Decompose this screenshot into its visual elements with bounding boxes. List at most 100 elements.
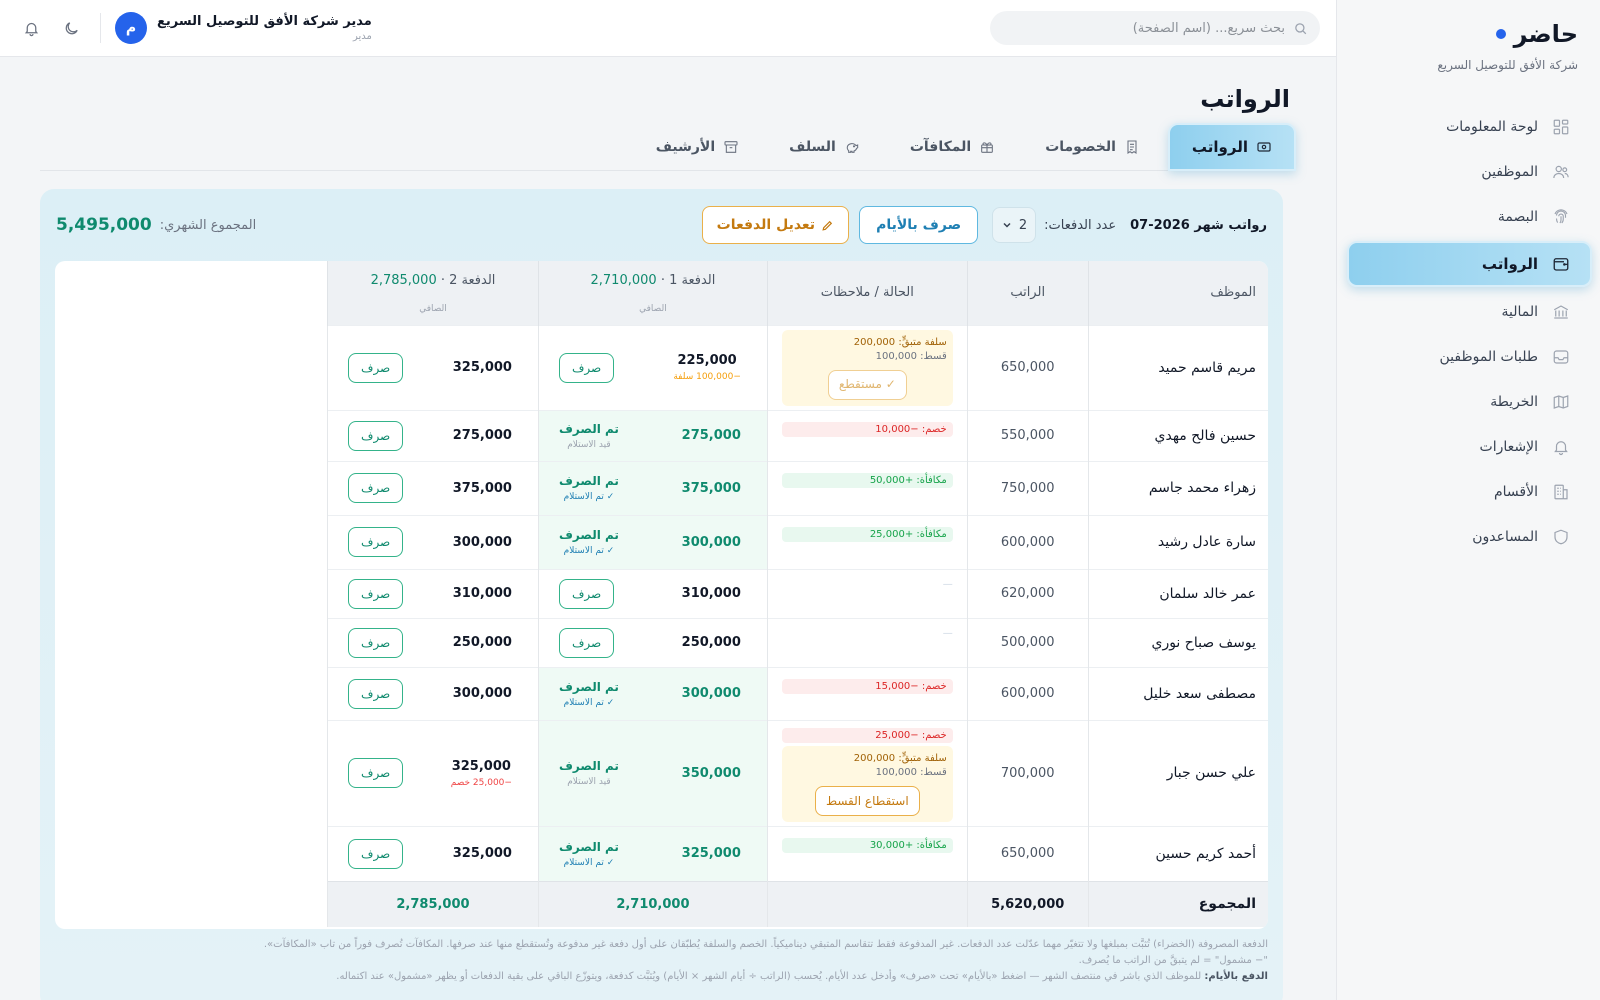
col-payment-2: الدفعة 2 · 2,785,000 الصافي (327, 261, 539, 325)
tab-label: الرواتب (1191, 138, 1248, 156)
employee-name[interactable]: مريم قاسم حميد (1087, 324, 1268, 410)
payment-2-cell: 325,000 صرف (327, 324, 539, 410)
tab-archive[interactable]: الأرشيف (634, 123, 761, 171)
deduction-chip: خصم: −15,000 (781, 678, 953, 694)
dashboard-icon (1552, 118, 1570, 136)
employee-name[interactable]: زهراء محمد جاسم (1087, 460, 1268, 515)
pay-button[interactable]: صرف (348, 838, 404, 869)
employee-name[interactable]: مصطفى سعد خليل (1087, 666, 1268, 720)
payment-amount: 300,000 (452, 534, 512, 550)
sidebar-item-map[interactable]: الخريطة (1337, 379, 1600, 424)
payment-2-label: الدفعة 2 · (440, 273, 496, 288)
tab-payroll[interactable]: الرواتب (1167, 123, 1296, 171)
sidebar-item-assistants[interactable]: المساعدون (1337, 514, 1600, 559)
tab-deductions[interactable]: الخصومات (1023, 123, 1162, 171)
pay-by-days-button[interactable]: صرف بالأيام (859, 206, 979, 244)
employee-name[interactable]: حسين فالح مهدي (1087, 409, 1268, 461)
pay-button[interactable]: صرف (348, 758, 404, 788)
footer-notes: الدفعة المصروفة (الخضراء) تُثبَّت بمبلغه… (55, 937, 1268, 985)
monthly-total: المجموع الشهري: 5,495,000 (56, 215, 256, 235)
total-payment-1: 2,710,000 (537, 880, 768, 927)
theme-toggle-button[interactable] (56, 13, 86, 43)
employee-name[interactable]: أحمد كريم حسين (1087, 825, 1268, 881)
user-area: مدير شركة الأفق للتوصيل السريع مدير م (16, 12, 372, 44)
payment-amount: 325,000 (681, 846, 741, 861)
notifications-button[interactable] (16, 13, 46, 43)
edit-payments-button[interactable]: تعديل الدفعات (701, 206, 850, 244)
payment-amount: 375,000 (452, 480, 512, 496)
sidebar-item-employees[interactable]: الموظفين (1337, 149, 1600, 194)
payment-1-cell: 275,000 تم الصرف قيد الاستلام (537, 409, 768, 461)
sidebar-item-dashboard[interactable]: لوحة المعلومات (1337, 104, 1600, 149)
paid-status: تم الصرف (558, 679, 619, 694)
sidebar: حاضر شركة الأفق للتوصيل السريع لوحة المع… (1336, 0, 1600, 1000)
employee-name[interactable]: سارة عادل رشيد (1087, 514, 1268, 569)
pay-button[interactable]: صرف (558, 627, 615, 658)
sidebar-item-payroll[interactable]: الرواتب (1347, 241, 1592, 287)
pay-button[interactable]: صرف (348, 678, 404, 709)
payment-2-cell: 300,000 صرف (327, 514, 539, 569)
status-notes: خصم: −10,000 (766, 409, 968, 461)
payment-amount: 275,000 (452, 428, 512, 443)
panel-title: رواتب شهر 2026-07 (1130, 217, 1267, 233)
payment-1-cell: 250,000 صرف (537, 617, 768, 667)
pay-button[interactable]: صرف (558, 578, 615, 609)
topbar-divider (100, 13, 101, 43)
payment-amount: 250,000 (452, 635, 512, 650)
search-box[interactable] (990, 11, 1320, 45)
gift-icon (979, 139, 995, 155)
payment-amount: 300,000 (452, 686, 512, 701)
search-input[interactable] (1015, 20, 1285, 36)
pay-button[interactable]: صرف (348, 578, 404, 609)
avatar[interactable]: م (115, 12, 147, 44)
advance-box: سلفة متبقٍّ: 200,000 قسط: 100,000 استقطا… (781, 745, 953, 822)
salary-value: 650,000 (966, 324, 1089, 410)
pay-button[interactable]: صرف (348, 627, 404, 658)
table-row: عمر خالد سلمان 620,000 — 310,000 صرف 310… (327, 568, 1268, 618)
sidebar-item-departments[interactable]: الأقسام (1337, 469, 1600, 514)
sidebar-item-label: الموظفين (1481, 163, 1538, 180)
receipt-status: قيد الاستلام (567, 777, 611, 787)
salary-value: 550,000 (966, 409, 1089, 461)
payment-1-cell: 325,000 تم الصرف ✓ تم الاستلام (537, 825, 768, 881)
users-icon (1552, 163, 1570, 181)
piggy-bank-icon (844, 139, 860, 155)
advance-remaining: سلفة متبقٍّ: 200,000 (853, 336, 947, 348)
sidebar-item-finance[interactable]: المالية (1337, 289, 1600, 334)
employee-name[interactable]: علي حسن جبار (1087, 719, 1268, 826)
payment-1-label: الدفعة 1 · (660, 273, 716, 288)
payments-count-select[interactable]: 2 (992, 207, 1037, 243)
shield-icon (1552, 528, 1570, 546)
tab-advances[interactable]: السلف (767, 123, 882, 171)
inbox-icon (1552, 348, 1570, 366)
user-role: مدير (352, 31, 372, 42)
brand-title[interactable]: حاضر (1337, 20, 1578, 48)
deducted-badge: ✓ مستقطع (827, 369, 907, 400)
payment-amount: 250,000 (681, 635, 741, 650)
table-row: علي حسن جبار 700,000 خصم: −25,000 سلفة م… (327, 719, 1268, 826)
brand: حاضر شركة الأفق للتوصيل السريع (1337, 0, 1600, 72)
main-content: الرواتب الرواتب الخصومات المكافآت السلف … (0, 57, 1336, 1000)
sidebar-item-label: الرواتب (1481, 255, 1538, 273)
table-row: أحمد كريم حسين 650,000 مكافأة: +30,000 3… (327, 825, 1268, 881)
deduction-note: −25,000 خصم (450, 777, 512, 788)
payment-1-cell: 375,000 تم الصرف ✓ تم الاستلام (537, 460, 768, 515)
pay-button[interactable]: صرف (348, 352, 404, 383)
sidebar-item-requests[interactable]: طلبات الموظفين (1337, 334, 1600, 379)
sidebar-item-notifications[interactable]: الإشعارات (1337, 424, 1600, 469)
status-notes: مكافأة: +30,000 (766, 825, 968, 881)
sidebar-item-fingerprint[interactable]: البصمة (1337, 194, 1600, 239)
deduct-installment-button[interactable]: استقطاع القسط (814, 785, 920, 816)
tab-bonuses[interactable]: المكافآت (888, 123, 1017, 171)
payroll-panel: رواتب شهر 2026-07 عدد الدفعات: 2 صرف بال… (40, 189, 1283, 1000)
employee-name[interactable]: يوسف صباح نوري (1087, 617, 1268, 667)
total-label: المجموع (1087, 880, 1268, 927)
moon-icon (65, 21, 78, 34)
advance-remaining: سلفة متبقٍّ: 200,000 (853, 752, 947, 764)
pay-button[interactable]: صرف (558, 352, 615, 383)
employee-name[interactable]: عمر خالد سلمان (1087, 568, 1268, 618)
pay-button[interactable]: صرف (348, 473, 404, 503)
pay-button[interactable]: صرف (348, 420, 404, 451)
user-info[interactable]: مدير شركة الأفق للتوصيل السريع مدير (157, 14, 372, 42)
pay-button[interactable]: صرف (348, 527, 404, 557)
